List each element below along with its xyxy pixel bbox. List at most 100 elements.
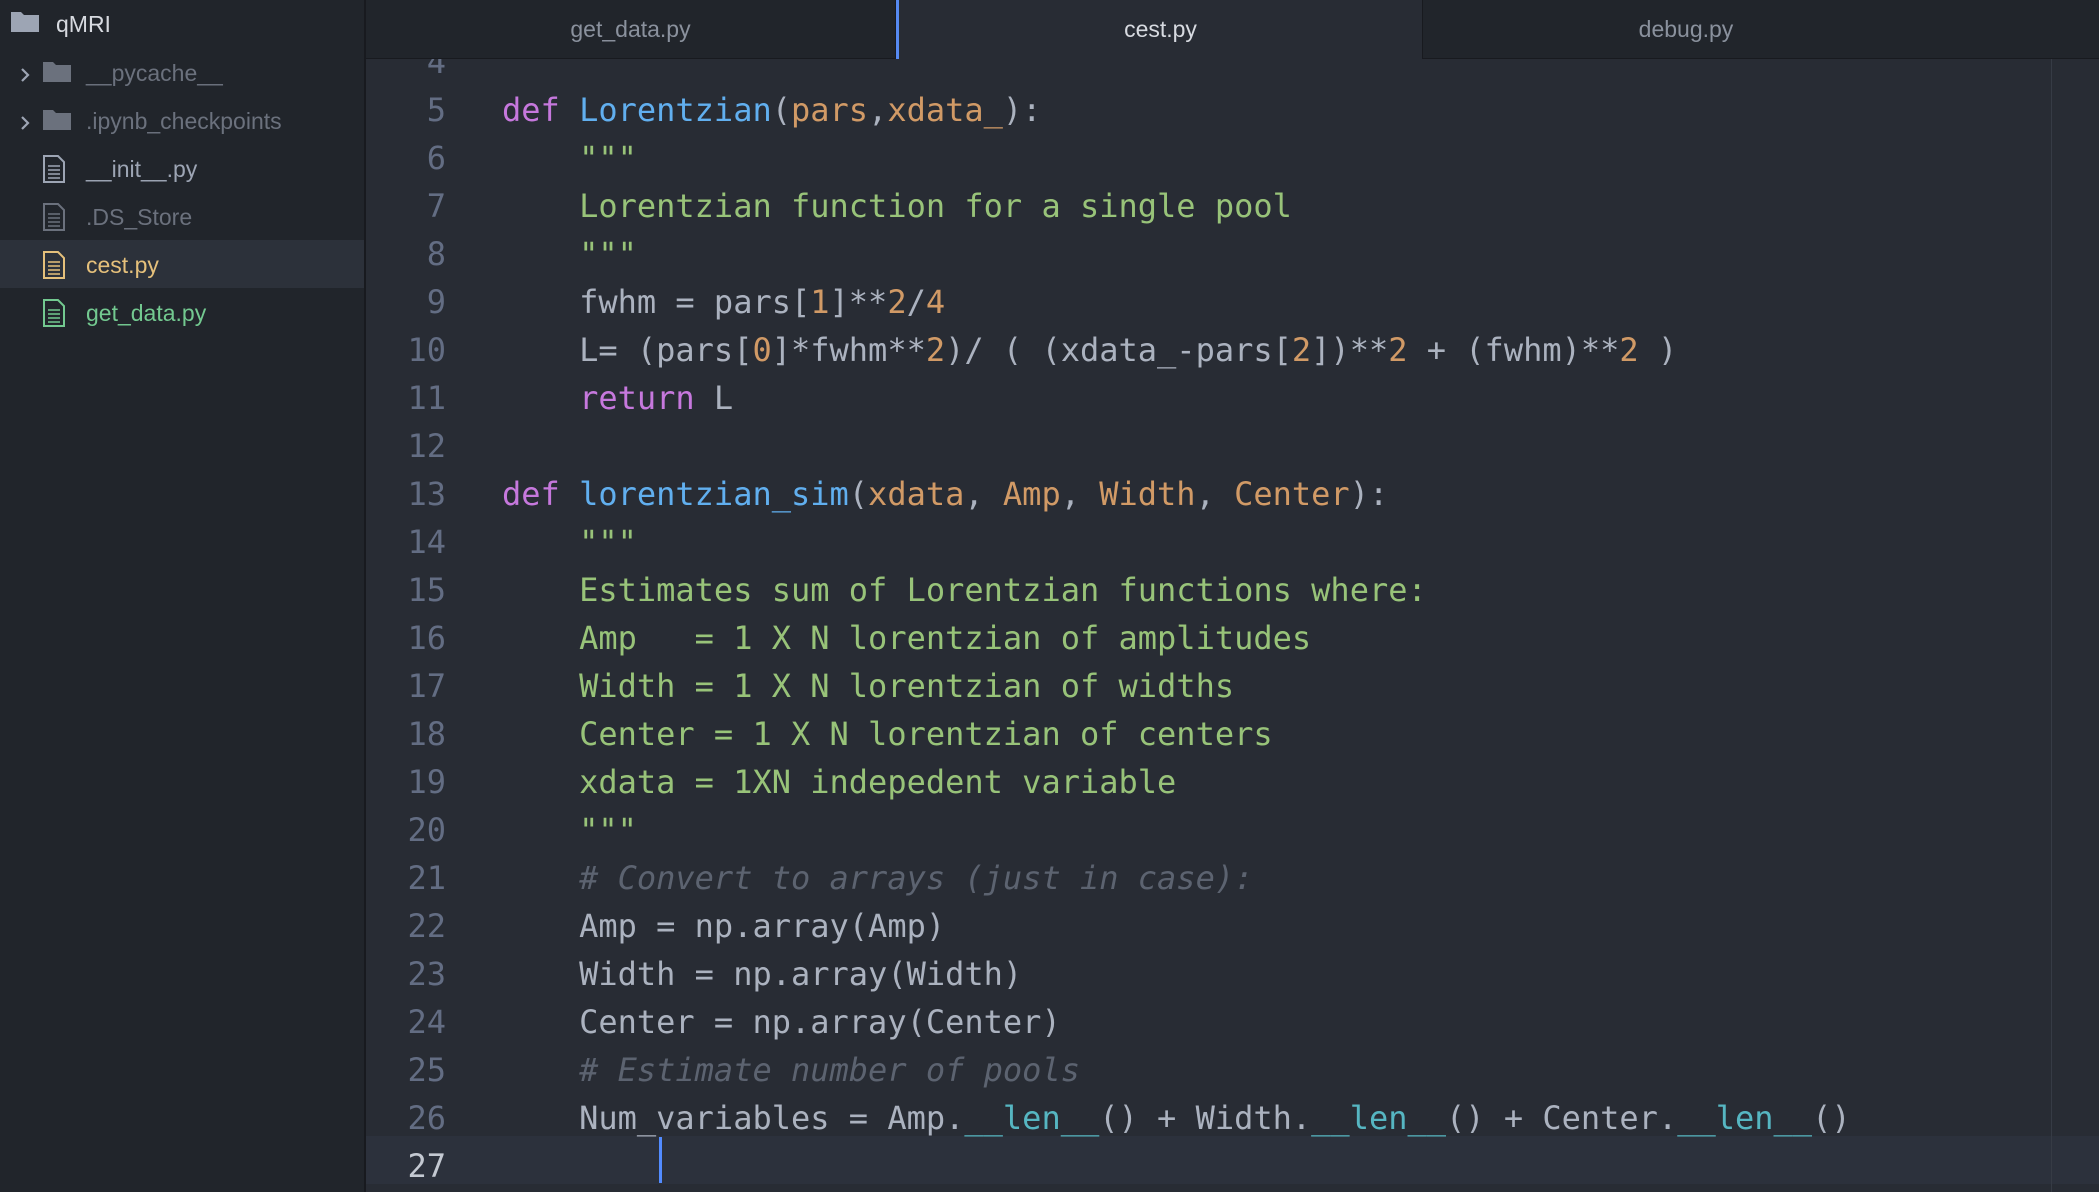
code-token: __len__: [1677, 1099, 1813, 1137]
code-line: Width = np.array(Width): [502, 950, 1022, 998]
code-token: 2: [1388, 331, 1408, 369]
project-root[interactable]: qMRI: [0, 0, 364, 48]
code-token: Width: [1099, 475, 1196, 513]
line-number: 4: [426, 59, 446, 81]
tree-item-label: get_data.py: [86, 300, 207, 326]
code-token: """: [579, 139, 637, 177]
line-number: 5: [426, 91, 446, 129]
file-text-icon: [42, 251, 66, 285]
code-token: (): [1812, 1099, 1851, 1137]
line-number: 15: [407, 571, 446, 609]
code-token: 0: [752, 331, 772, 369]
file-tree: __pycache__ .ipynb_checkpoints __init__.py…: [0, 48, 364, 336]
line-number: 9: [426, 283, 446, 321]
code-token: 4: [925, 283, 946, 321]
code-token: """: [579, 811, 637, 849]
code-token: ]**: [829, 283, 888, 321]
folder-icon: [42, 59, 72, 89]
code-token: ,: [868, 91, 888, 129]
line-number-gutter[interactable]: 4 5 6 7 8 9 10 11 12 13 14 15 16 17 18 19 20 21 22 23 24 25 2…: [366, 59, 446, 1192]
file-text-icon: [42, 299, 66, 333]
tree-item-label: __pycache__: [86, 60, 223, 86]
code-token: Lorentzian function for a single pool: [579, 187, 1292, 225]
code-token: Amp: [1002, 475, 1061, 513]
code-token: ,: [1195, 475, 1235, 513]
code-token: def: [502, 91, 580, 129]
code-token: /: [906, 283, 926, 321]
code-token: (: [848, 475, 869, 513]
code-token: Width = 1 X N lorentzian of widths: [579, 667, 1235, 705]
line-number: 20: [407, 811, 446, 849]
code-token: lorentzian_sim: [579, 475, 849, 513]
code-token: () + Center.: [1446, 1099, 1678, 1137]
tab-debug-py[interactable]: debug.py: [1422, 0, 1949, 58]
tab-label: debug.py: [1638, 15, 1734, 42]
code-token: Center: [1234, 475, 1350, 513]
tree-item-label: .ipynb_checkpoints: [86, 108, 282, 134]
code-token: 2: [1619, 331, 1639, 369]
tree-item-label: .DS_Store: [86, 204, 193, 230]
code-token: def: [502, 475, 580, 513]
file-text-icon: [42, 155, 66, 189]
code-line: """: [502, 134, 637, 182]
line-number: 24: [407, 1003, 446, 1041]
code-line: return L: [502, 374, 733, 422]
code-line: """: [502, 806, 637, 854]
tree-view: qMRI __pycache__ .ipynb_checkpoints __init…: [0, 0, 366, 1192]
code-line: # Convert to arrays (just in case):: [502, 854, 1253, 902]
code-token: xdata: [868, 475, 965, 513]
chevron-right-icon[interactable]: [16, 111, 34, 130]
tree-file[interactable]: cest.py: [0, 240, 364, 288]
tree-file[interactable]: .DS_Store: [0, 192, 364, 240]
code-token: )/ ( (xdata_-pars[: [945, 331, 1292, 369]
tree-item-label: __init__.py: [86, 156, 198, 182]
line-number: 22: [407, 907, 446, 945]
tree-file[interactable]: get_data.py: [0, 288, 364, 336]
code-token: """: [579, 523, 637, 561]
code-token: ]*fwhm**: [771, 331, 926, 369]
code-token: ,: [964, 475, 1003, 513]
line-number: 27: [407, 1147, 446, 1185]
code-token: Center = np.array(Center): [502, 1003, 1061, 1041]
code-token: ):: [1002, 91, 1042, 129]
code-editor[interactable]: 4 5 6 7 8 9 10 11 12 13 14 15 16 17 18 19 20 21 22 23 24 25 2…: [366, 59, 2099, 1192]
code-token: ,: [1060, 475, 1100, 513]
line-number: 7: [426, 187, 446, 225]
code-line: """: [502, 230, 637, 278]
code-line: def lorentzian_sim(xdata, Amp, Width, Ce…: [502, 470, 1388, 518]
tree-folder[interactable]: __pycache__: [0, 48, 364, 96]
tab-label: cest.py: [1124, 16, 1197, 42]
tree-item-label: cest.py: [86, 252, 159, 278]
code-token: xdata = 1XN indepedent variable: [579, 763, 1177, 801]
line-number: 26: [407, 1099, 446, 1137]
code-line: xdata = 1XN indepedent variable: [502, 758, 1176, 806]
code-token: Lorentzian: [579, 91, 772, 129]
tree-file[interactable]: __init__.py: [0, 144, 364, 192]
line-number: 21: [407, 859, 446, 897]
code-token: Center = 1 X N lorentzian of centers: [579, 715, 1273, 753]
tab-get-data-py[interactable]: get_data.py: [366, 0, 896, 58]
code-token: L: [694, 379, 734, 417]
code-token: return: [579, 379, 695, 417]
code-line: Center = 1 X N lorentzian of centers: [502, 710, 1273, 758]
line-number: 16: [407, 619, 446, 657]
code-token: Amp = 1 X N lorentzian of amplitudes: [579, 619, 1312, 657]
code-line: Lorentzian function for a single pool: [502, 182, 1292, 230]
tab-cest-py[interactable]: cest.py: [896, 0, 1422, 59]
line-number: 11: [407, 379, 446, 417]
code-area[interactable]: def Lorentzian(pars,xdata_): """ Lorentz…: [502, 59, 2099, 1192]
code-token: Amp = np.array(Amp): [502, 907, 946, 945]
file-text-icon: [42, 203, 66, 237]
code-token: pars: [790, 91, 869, 129]
code-line: Num_variables = Amp.__len__() + Width.__…: [502, 1094, 1851, 1142]
tree-folder[interactable]: .ipynb_checkpoints: [0, 96, 364, 144]
code-token: 2: [887, 283, 907, 321]
chevron-right-icon[interactable]: [16, 63, 34, 82]
code-token: 1: [810, 283, 830, 321]
code-token: ): [1638, 331, 1678, 369]
code-token: fwhm = pars[: [502, 283, 811, 321]
text-cursor: [659, 1137, 662, 1183]
line-number: 14: [407, 523, 446, 561]
